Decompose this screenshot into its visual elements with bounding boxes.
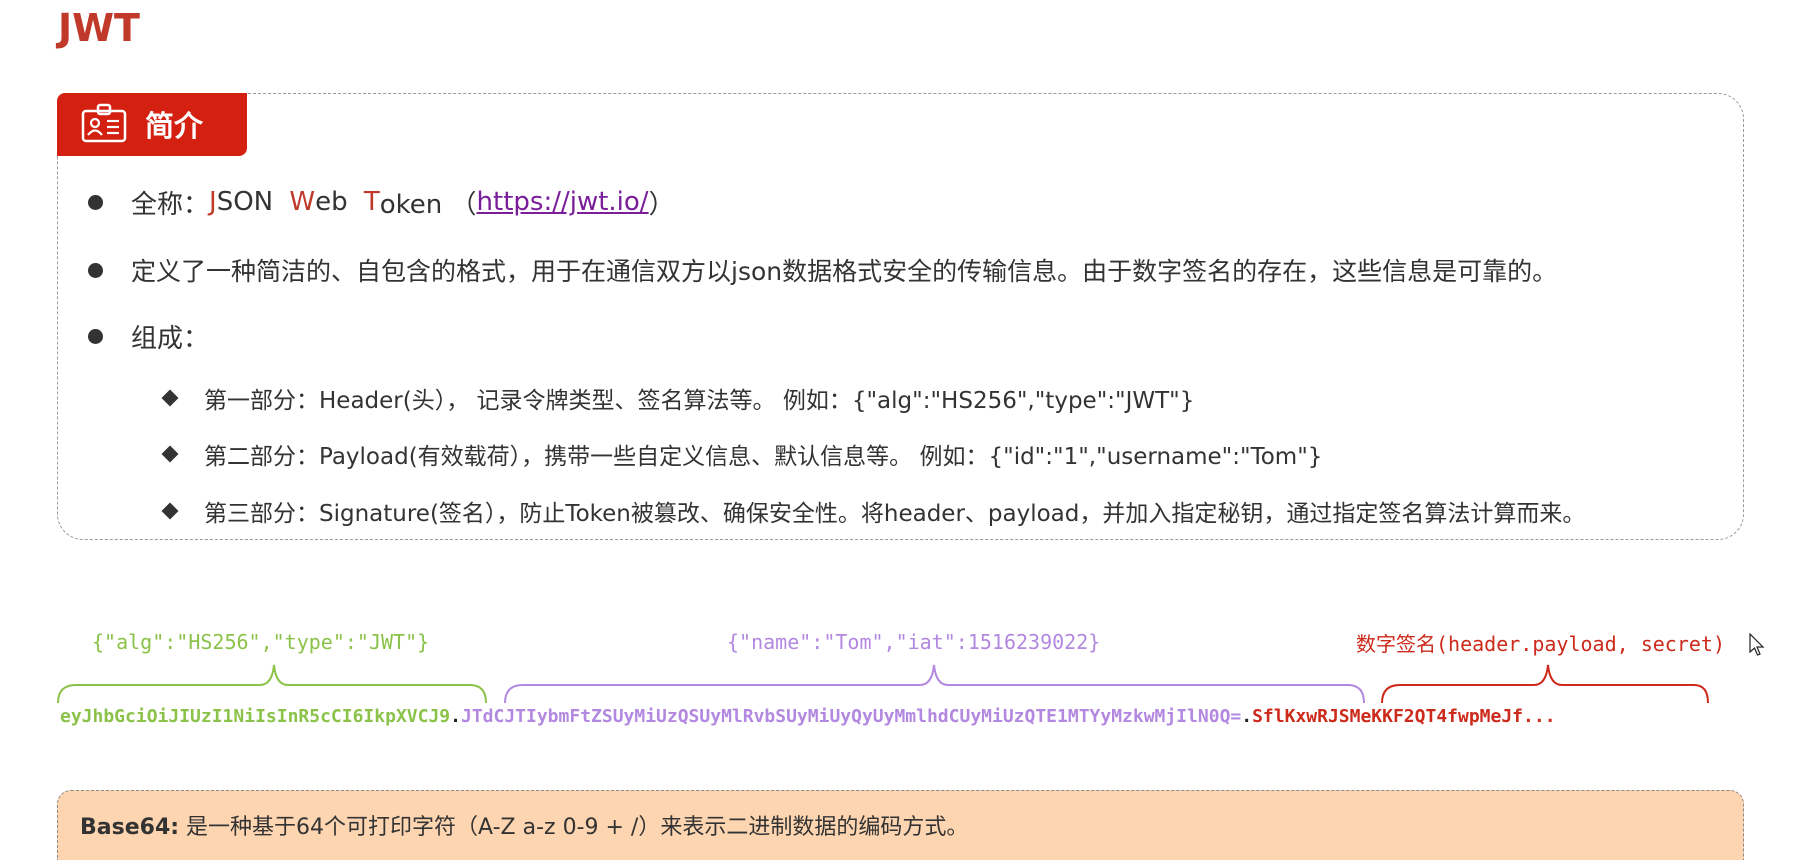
jwt-token: eyJhbGciOiJIUzI1NiIsInR5cCI6IkpXVCJ9.JTd… — [60, 706, 1556, 727]
base64-desc: 是一种基于64个可打印字符（A-Z a-z 0-9 + /）来表示二进制数据的编… — [179, 815, 969, 840]
token-dot: . — [450, 706, 461, 727]
token-header-part: eyJhbGciOiJIUzI1NiIsInR5cCI6IkpXVCJ9 — [60, 706, 451, 727]
base64-note: Base64: 是一种基于64个可打印字符（A-Z a-z 0-9 + /）来表… — [57, 790, 1744, 860]
base64-text: Base64: 是一种基于64个可打印字符（A-Z a-z 0-9 + /）来表… — [80, 809, 968, 841]
header-brace — [57, 664, 487, 704]
mouse-cursor-icon — [1749, 633, 1765, 656]
signature-brace — [1381, 664, 1709, 704]
token-payload-part: JTdCJTIybmFtZSUyMiUzQSUyMlRvbSUyMiUyQyUy… — [460, 706, 1242, 727]
token-dot: . — [1241, 706, 1253, 727]
base64-label: Base64: — [80, 815, 180, 840]
payload-brace — [504, 664, 1365, 704]
brace-lines — [57, 664, 1709, 704]
token-signature-part: SflKxwRJSMeKKF2QT4fwpMeJf... — [1252, 706, 1556, 727]
